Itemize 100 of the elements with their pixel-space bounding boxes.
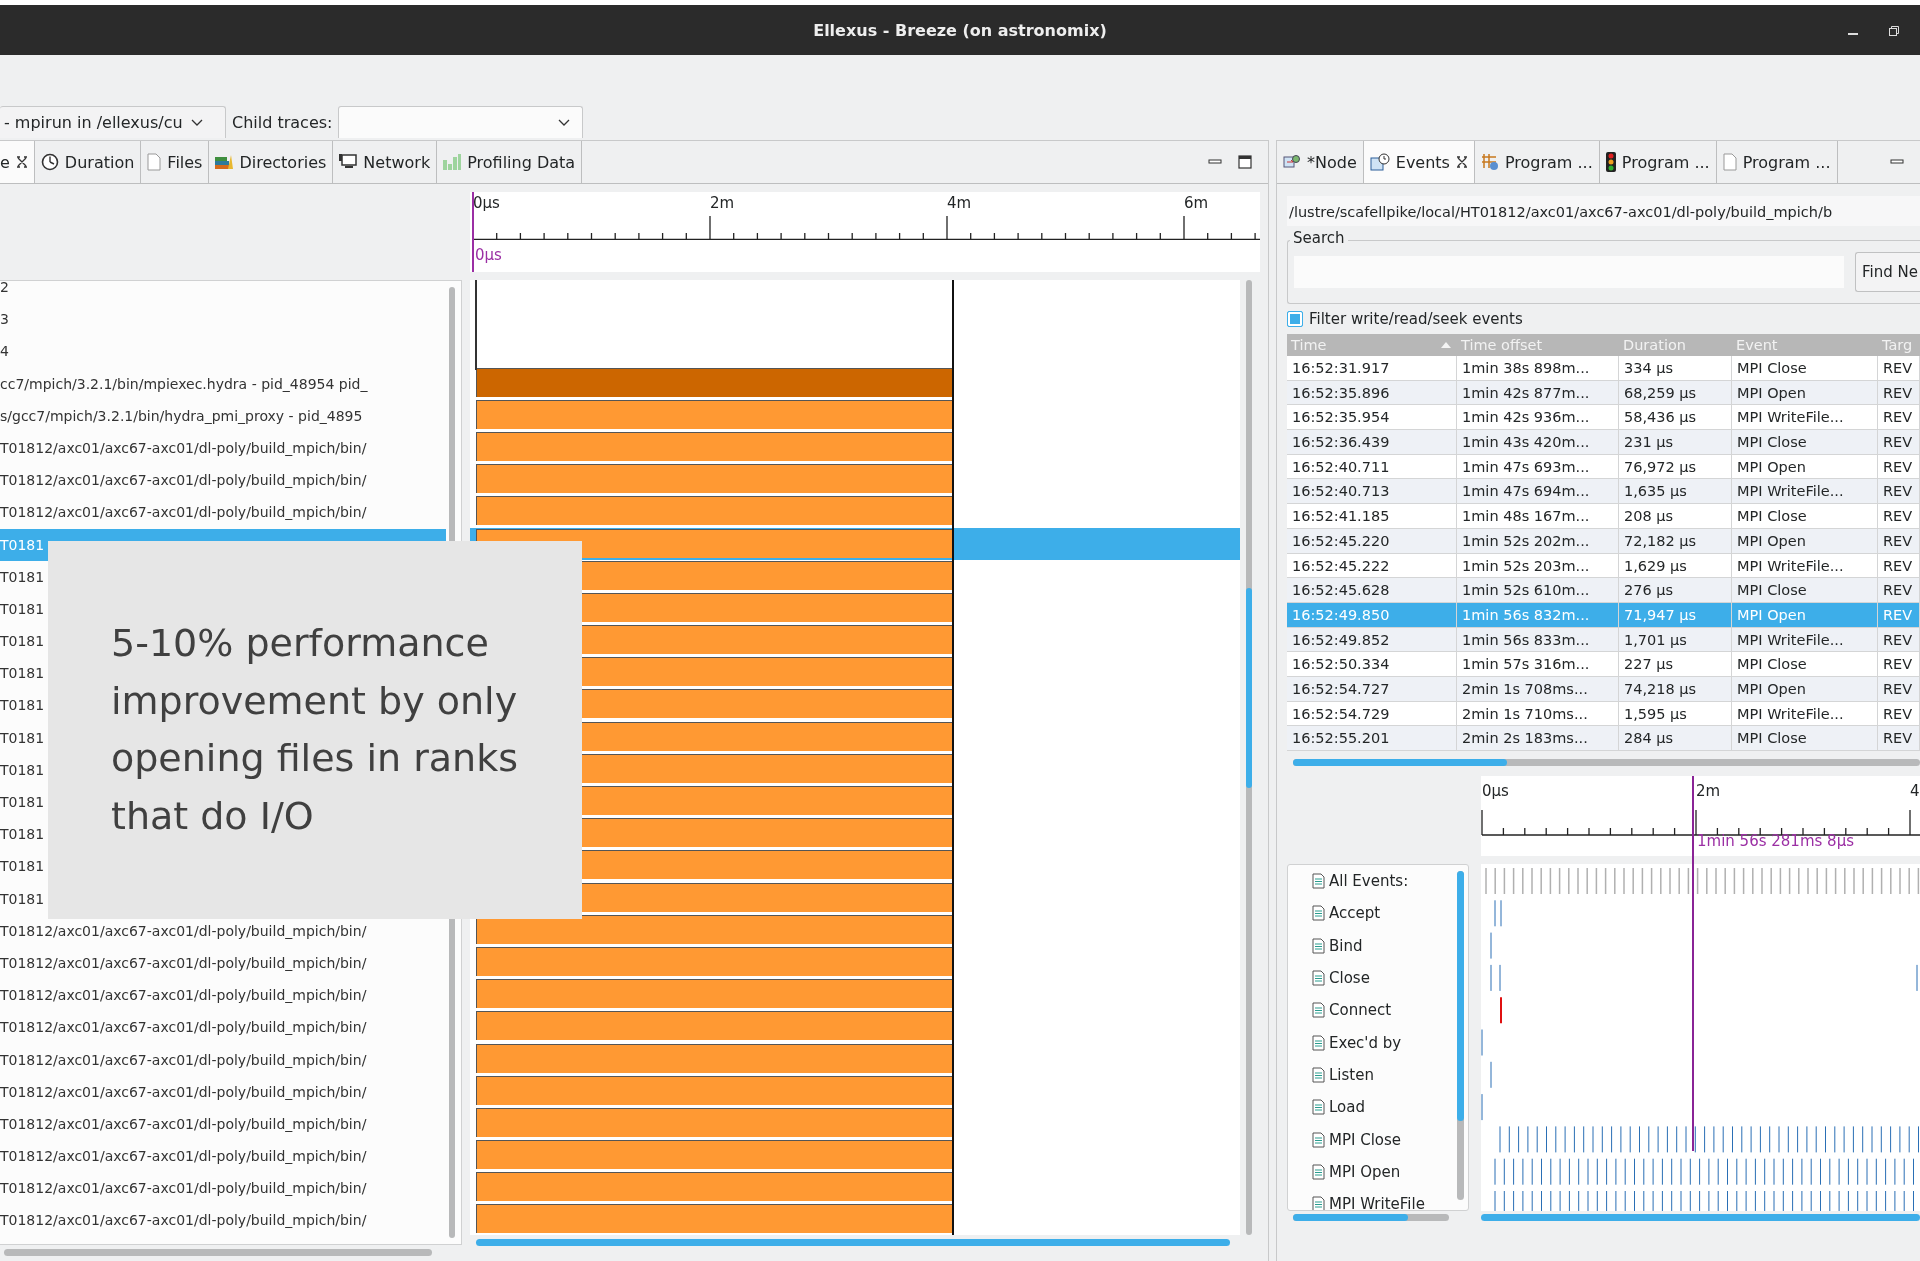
gantt-bar[interactable] [476, 946, 953, 976]
trace-list-item[interactable]: s/gcc7/mpich/3.2.1/bin/hydra_pmi_proxy - pid_4895 [0, 399, 446, 432]
scrollbar[interactable] [1293, 759, 1920, 766]
gantt-bar[interactable] [476, 431, 953, 461]
table-cell: 16:52:41.185 [1287, 504, 1457, 529]
checkbox[interactable] [1287, 311, 1303, 327]
table-row[interactable]: 16:52:41.185 1min 48s 167m... 208 μs MPI Close REV [1287, 504, 1920, 529]
minimize-icon[interactable] [1848, 33, 1858, 36]
table-cell: 16:52:55.201 [1287, 726, 1457, 751]
trace-dropdown[interactable]: - mpirun in /ellexus/cu [0, 106, 226, 138]
table-cell: 16:52:31.917 [1287, 356, 1457, 381]
trace-list-item[interactable]: T01812/axc01/axc67-axc01/dl-poly/build_mpich/bin/ [0, 1043, 446, 1076]
restore-icon[interactable] [1889, 26, 1899, 36]
gantt-bar[interactable] [476, 979, 953, 1009]
file-path: /lustre/scafellpike/local/HT01812/axc01/axc67-axc01/dl-poly/build_mpich/b [1287, 196, 1920, 226]
table-row[interactable]: 16:52:31.917 1min 38s 898m... 334 μs MPI Close REV [1287, 356, 1920, 381]
gantt-bar[interactable] [476, 367, 953, 397]
document-icon [1312, 873, 1325, 890]
event-type-label[interactable]: Listen [1329, 1065, 1374, 1084]
axis-tick-label: 4m [947, 194, 972, 212]
trace-list-item[interactable]: cc7/mpich/3.2.1/bin/mpiexec.hydra - pid_48954 pid_ [0, 367, 446, 400]
trace-list-item[interactable]: T01812/axc01/axc67-axc01/dl-poly/build_mpich/bin/ [0, 914, 446, 947]
chevron-down-icon [558, 118, 571, 127]
table-cell: MPI Close [1732, 652, 1878, 677]
gantt-bar[interactable] [476, 1172, 953, 1202]
gantt-bar[interactable] [476, 399, 953, 429]
grid-icon [1480, 153, 1499, 171]
trace-list-item[interactable]: T01812/axc01/axc67-axc01/dl-poly/build_mpich/bin/ [0, 1075, 446, 1108]
table-cell: REV [1878, 676, 1920, 702]
gantt-bar[interactable] [476, 1011, 953, 1041]
table-row[interactable]: 16:52:45.220 1min 52s 202m... 72,182 μs MPI Open REV [1287, 528, 1920, 554]
trace-list-item[interactable]: T01812/axc01/axc67-axc01/dl-poly/build_mpich/bin/ [0, 1140, 446, 1173]
table-cell: 1min 43s 420m... [1457, 430, 1619, 455]
event-type-label[interactable]: Bind [1329, 936, 1363, 955]
event-type-label[interactable]: Load [1329, 1098, 1365, 1117]
event-type-label[interactable]: All Events: [1329, 872, 1409, 891]
table-cell: 16:52:54.727 [1287, 676, 1457, 702]
gantt-bar[interactable] [476, 1075, 953, 1105]
maximize-icon[interactable] [1238, 155, 1252, 169]
document-icon [1312, 1002, 1325, 1019]
trace-list-item[interactable]: T01812/axc01/axc67-axc01/dl-poly/build_mpich/bin/ [0, 946, 446, 980]
scrollbar[interactable] [4, 1249, 432, 1256]
trace-list-item[interactable]: T01812/axc01/axc67-axc01/dl-poly/build_mpich/bin/ [0, 1011, 446, 1044]
table-row[interactable]: 16:52:40.713 1min 47s 694m... 1,635 μs MPI WriteFile... REV [1287, 479, 1920, 505]
close-icon[interactable] [1455, 156, 1468, 168]
trace-list-item[interactable]: T01812/axc01/axc67-axc01/dl-poly/build_mpich/bin/ [0, 1172, 446, 1205]
gantt-bar[interactable] [476, 1107, 953, 1137]
document-icon [1312, 905, 1325, 922]
table-row[interactable]: 16:52:35.954 1min 42s 936m... 58,436 μs MPI WriteFile... REV [1287, 405, 1920, 431]
table-row[interactable]: 16:52:40.711 1min 47s 693m... 76,972 μs MPI Open REV [1287, 454, 1920, 480]
gantt-bar[interactable] [476, 496, 953, 526]
table-row[interactable]: 16:52:54.729 2min 1s 710ms... 1,595 μs MPI WriteFile... REV [1287, 701, 1920, 727]
event-type-label[interactable]: MPI Open [1329, 1162, 1401, 1181]
event-type-label[interactable]: Exec'd by [1329, 1033, 1402, 1052]
table-row[interactable]: 16:52:49.852 1min 56s 833m... 1,701 μs MPI WriteFile... REV [1287, 627, 1920, 653]
trace-list-item[interactable]: T01812/axc01/axc67-axc01/dl-poly/build_mpich/bin/ [0, 464, 446, 497]
scrollbar[interactable] [1457, 871, 1464, 1200]
node-icon [1283, 154, 1301, 170]
table-cell: 16:52:50.334 [1287, 652, 1457, 677]
gantt-bar[interactable] [476, 464, 953, 494]
event-type-label[interactable]: Accept [1329, 904, 1381, 923]
axis-tick-label: 0μs [473, 194, 500, 212]
filter-label: Filter write/read/seek events [1309, 310, 1523, 328]
trace-list-item[interactable]: 4 [0, 335, 446, 368]
document-icon [1312, 1099, 1325, 1116]
table-row[interactable]: 16:52:50.334 1min 57s 316m... 227 μs MPI Close REV [1287, 652, 1920, 677]
trace-list-item[interactable]: T01812/axc01/axc67-axc01/dl-poly/build_mpich/bin/ [0, 979, 446, 1012]
trace-list-item[interactable]: 3 [0, 303, 446, 336]
document-icon [1312, 970, 1325, 987]
document-icon [147, 153, 162, 171]
scrollbar[interactable] [1246, 280, 1252, 1235]
find-next-button[interactable]: Find Ne [1855, 252, 1920, 292]
gantt-bar[interactable] [476, 1043, 953, 1073]
gantt-bar[interactable] [476, 914, 953, 944]
table-row[interactable]: 16:52:45.628 1min 52s 610m... 276 μs MPI Close REV [1287, 578, 1920, 603]
event-type-label[interactable]: Close [1329, 969, 1370, 988]
trace-list-item[interactable]: 2 [0, 281, 446, 304]
table-row[interactable]: 16:52:55.201 2min 2s 183ms... 284 μs MPI Close REV [1287, 726, 1920, 751]
scrollbar[interactable] [476, 1239, 1230, 1246]
event-type-label[interactable]: MPI Close [1329, 1130, 1402, 1149]
trace-list-item[interactable]: T01812/axc01/axc67-axc01/dl-poly/build_mpich/bin/ [0, 431, 446, 465]
table-cell: 16:52:45.220 [1287, 528, 1457, 554]
scrollbar[interactable] [1293, 1214, 1449, 1221]
table-row[interactable]: 16:52:45.222 1min 52s 203m... 1,629 μs MPI WriteFile... REV [1287, 553, 1920, 579]
view-tab[interactable]: Events [1363, 141, 1475, 183]
view-tab[interactable]: e [0, 141, 35, 183]
table-cell: REV [1878, 602, 1920, 628]
table-row[interactable]: 16:52:54.727 2min 1s 708ms... 74,218 μs MPI Open REV [1287, 676, 1920, 702]
trace-list-item[interactable]: T01812/axc01/axc67-axc01/dl-poly/build_mpich/bin/ [0, 496, 446, 529]
table-row[interactable]: 16:52:36.439 1min 43s 420m... 231 μs MPI Close REV [1287, 430, 1920, 455]
table-cell: 1min 52s 610m... [1457, 578, 1619, 603]
event-type-label[interactable]: MPI WriteFile [1329, 1195, 1425, 1210]
trace-list-item[interactable]: T01812/axc01/axc67-axc01/dl-poly/build_mpich/bin/ [0, 1107, 446, 1141]
event-type-label[interactable]: Connect [1329, 1001, 1392, 1020]
table-row[interactable]: 16:52:35.896 1min 42s 877m... 68,259 μs MPI Open REV [1287, 380, 1920, 406]
gantt-bar[interactable] [476, 1140, 953, 1170]
gantt-bar[interactable] [476, 1204, 953, 1234]
trace-list-item[interactable]: T01812/axc01/axc67-axc01/dl-poly/build_mpich/bin/ [0, 1204, 446, 1237]
close-icon[interactable] [15, 156, 28, 168]
scrollbar[interactable] [1481, 1214, 1920, 1221]
